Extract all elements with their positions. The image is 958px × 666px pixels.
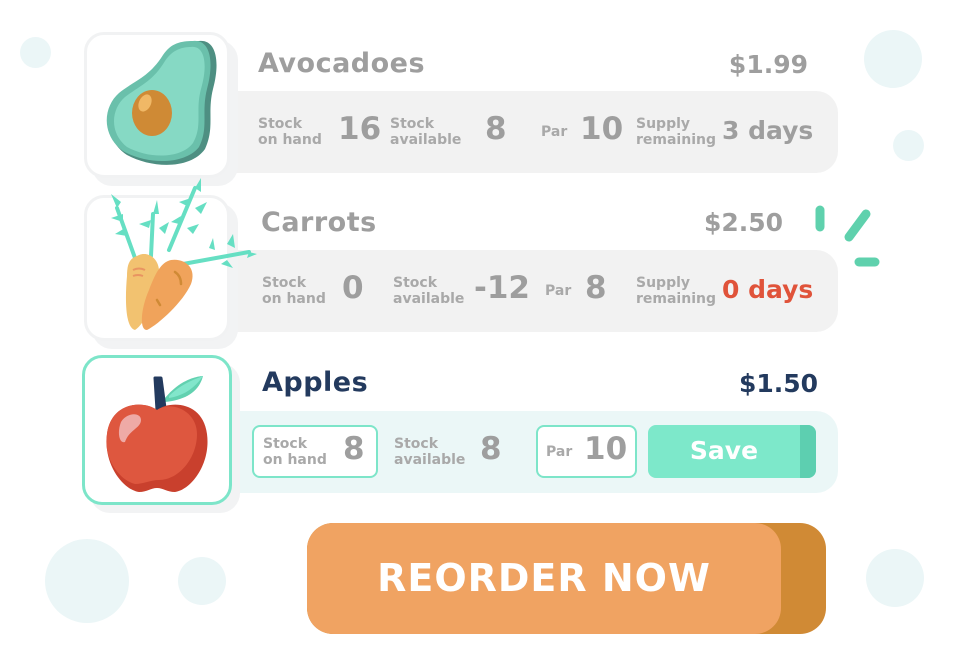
avocado-icon bbox=[106, 40, 217, 165]
par-label: Par bbox=[545, 283, 572, 299]
stock-available-value: 8 bbox=[485, 111, 507, 147]
stock-on-hand-label: Stock on hand bbox=[263, 436, 327, 468]
stock-on-hand-label: Stock on hand bbox=[262, 275, 326, 307]
stock-available-value: -12 bbox=[474, 270, 531, 306]
label-line: Stock bbox=[262, 275, 307, 291]
stock-available-value: 8 bbox=[480, 431, 502, 467]
label-line: Stock bbox=[390, 116, 435, 132]
label-line: Stock bbox=[394, 436, 439, 452]
product-image-tile[interactable] bbox=[84, 32, 230, 178]
par-value: 8 bbox=[585, 270, 607, 306]
apple-icon bbox=[106, 376, 208, 492]
label-line: on hand bbox=[258, 132, 322, 148]
decor-dot bbox=[178, 557, 226, 605]
stock-on-hand-value: 16 bbox=[338, 111, 382, 147]
label-line: available bbox=[394, 452, 466, 468]
label-line: on hand bbox=[262, 291, 326, 307]
product-price: $1.99 bbox=[728, 50, 808, 79]
product-image-tile-selected[interactable] bbox=[82, 355, 232, 505]
product-price: $1.50 bbox=[739, 369, 819, 398]
product-name: Apples bbox=[262, 367, 369, 398]
product-name: Avocadoes bbox=[258, 48, 426, 79]
par-value: 10 bbox=[584, 431, 628, 467]
supply-remaining-value: 3 days bbox=[722, 116, 814, 145]
label-line: available bbox=[393, 291, 465, 307]
decor-dot bbox=[893, 130, 924, 161]
stock-available-label: Stock available bbox=[390, 116, 461, 148]
stock-panel: Stock on hand 16 Stock available 8 Par 1… bbox=[236, 91, 838, 173]
label-line: remaining bbox=[636, 291, 716, 307]
par-value: 10 bbox=[580, 111, 624, 147]
decor-dot bbox=[45, 539, 129, 623]
stock-on-hand-value: 0 bbox=[342, 270, 364, 306]
decor-dot bbox=[866, 549, 924, 607]
label-line: remaining bbox=[636, 132, 716, 148]
par-input[interactable]: Par 10 bbox=[536, 425, 637, 478]
supply-remaining-value: 0 days bbox=[722, 275, 814, 304]
save-button-label: Save bbox=[689, 436, 759, 465]
label-line: Supply bbox=[636, 275, 691, 291]
label-line: Stock bbox=[393, 275, 438, 291]
stock-available-label: Stock available bbox=[393, 275, 464, 307]
stock-on-hand-value: 8 bbox=[343, 431, 365, 467]
reorder-now-button[interactable]: REORDER NOW bbox=[307, 523, 826, 634]
label-line: Stock bbox=[258, 116, 303, 132]
supply-remaining-label: Supply remaining bbox=[636, 275, 716, 307]
carrot-icon bbox=[111, 178, 257, 330]
stock-on-hand-label: Stock on hand bbox=[258, 116, 322, 148]
par-label: Par bbox=[546, 444, 573, 460]
label-line: available bbox=[390, 132, 462, 148]
stock-on-hand-input[interactable]: Stock on hand 8 bbox=[252, 425, 378, 478]
stock-available-label: Stock available bbox=[394, 436, 465, 468]
reorder-now-label: REORDER NOW bbox=[377, 556, 711, 600]
product-name: Carrots bbox=[261, 207, 377, 238]
save-button[interactable]: Save bbox=[648, 425, 816, 478]
supply-remaining-label: Supply remaining bbox=[636, 116, 716, 148]
stock-panel: Stock on hand 8 Stock available 8 Par 10… bbox=[236, 411, 838, 493]
par-label: Par bbox=[541, 124, 568, 140]
product-image-tile[interactable] bbox=[84, 178, 257, 341]
decor-dot bbox=[20, 37, 51, 68]
product-price: $2.50 bbox=[704, 208, 784, 237]
label-line: on hand bbox=[263, 452, 327, 468]
button-shade bbox=[800, 425, 816, 478]
stock-panel: Stock on hand 0 Stock available -12 Par … bbox=[236, 250, 838, 332]
decor-dot bbox=[864, 30, 922, 88]
label-line: Stock bbox=[263, 436, 308, 452]
label-line: Supply bbox=[636, 116, 691, 132]
